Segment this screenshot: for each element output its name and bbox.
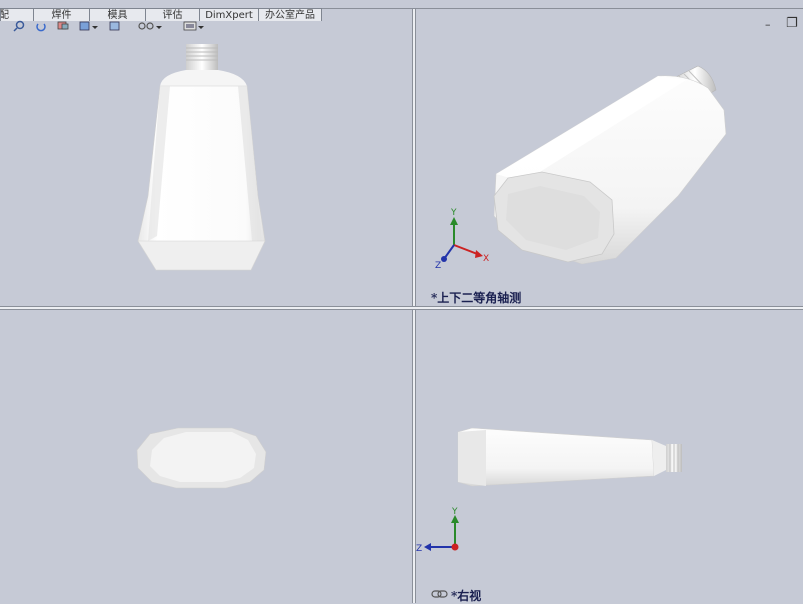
bottle-face-top bbox=[150, 432, 256, 482]
tab-office-products[interactable]: 办公室产品 bbox=[258, 8, 322, 21]
triad-x-label: X bbox=[483, 254, 489, 264]
toolbar-icons bbox=[13, 20, 120, 32]
tab-strip: 装配 焊件 模具 评估 DimXpert 办公室产品 bbox=[0, 8, 322, 21]
tab-molds[interactable]: 模具 bbox=[89, 8, 146, 21]
command-manager-tabs: 装配 焊件 模具 评估 DimXpert 办公室产品 bbox=[0, 0, 803, 22]
link-view-icon[interactable] bbox=[431, 590, 449, 600]
zoom-icon[interactable] bbox=[13, 20, 25, 32]
toolbar-icons-2 bbox=[138, 21, 204, 31]
triad-z-label-right: Z bbox=[416, 544, 422, 554]
restore-button[interactable]: ❐ bbox=[786, 16, 798, 31]
hide-show-icon[interactable] bbox=[138, 22, 162, 30]
heads-up-view-toolbar bbox=[0, 20, 242, 35]
bottle-shoulder bbox=[160, 70, 247, 86]
view-orientation-icon[interactable] bbox=[79, 21, 98, 31]
top-view-bottle[interactable] bbox=[0, 310, 412, 603]
minimize-button[interactable]: – bbox=[765, 18, 771, 31]
tab-dimxpert[interactable]: DimXpert bbox=[199, 8, 259, 21]
rotate-icon[interactable] bbox=[36, 23, 46, 32]
appearance-icon[interactable] bbox=[183, 21, 204, 31]
axis-triad-isometric: Y X Z bbox=[435, 208, 489, 271]
tab-evaluate[interactable]: 评估 bbox=[145, 8, 200, 21]
front-view-bottle[interactable] bbox=[0, 36, 412, 306]
tab-assembly[interactable]: 装配 bbox=[0, 8, 34, 21]
section-view-icon[interactable] bbox=[57, 21, 69, 30]
triad-z-label: Z bbox=[435, 261, 441, 271]
tab-weldments[interactable]: 焊件 bbox=[33, 8, 90, 21]
view-label-isometric: *上下二等角轴测 bbox=[431, 291, 522, 305]
bottle-body-right bbox=[457, 427, 655, 487]
triad-y-label: Y bbox=[450, 208, 457, 218]
view-label-right: *右视 bbox=[451, 589, 482, 603]
axis-triad-right: Y Z bbox=[416, 507, 459, 554]
triad-y-label-right: Y bbox=[451, 507, 458, 517]
